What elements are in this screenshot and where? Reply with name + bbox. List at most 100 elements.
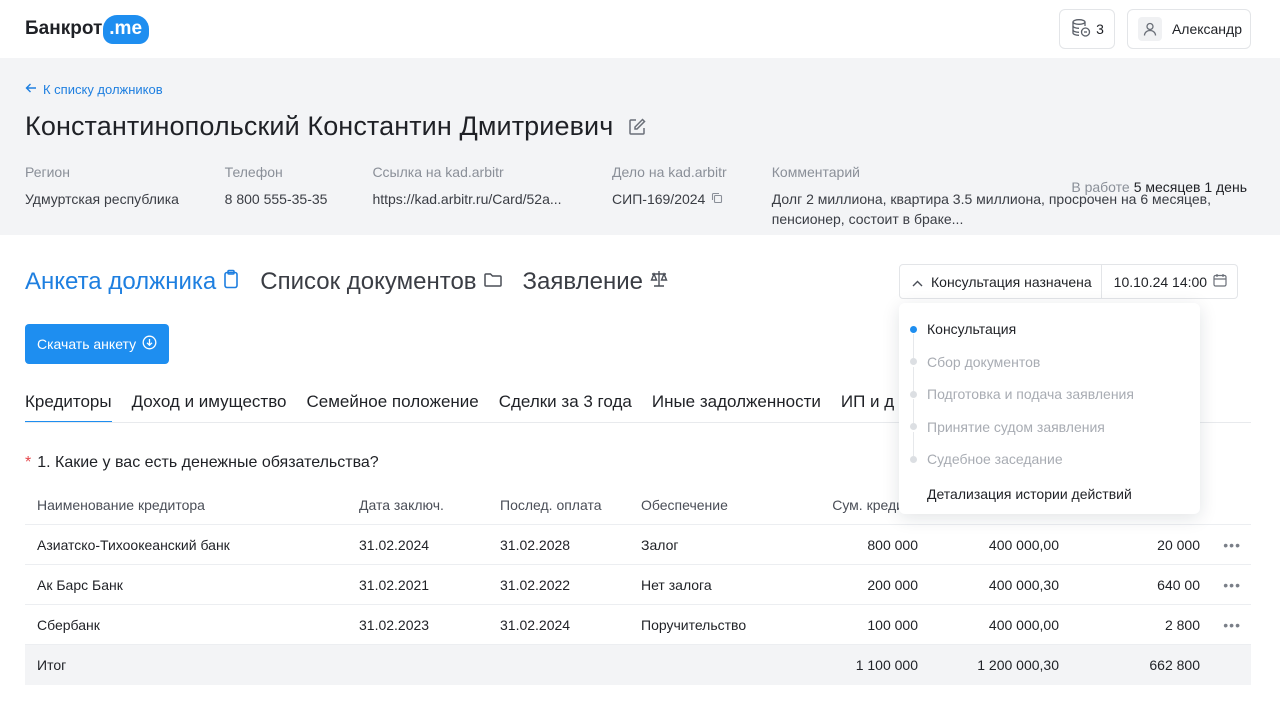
user-menu-button[interactable]: Александр — [1126, 9, 1251, 49]
step-dot-icon — [910, 358, 917, 366]
work-duration-value: 5 месяцев 1 день — [1133, 179, 1247, 195]
cell-creditor: Ак Барс Банк — [37, 576, 123, 593]
status-step-documents[interactable]: Сбор документов — [899, 346, 1200, 391]
cell-sum: 200 000 — [867, 576, 918, 593]
debtor-card: К списку должников Константинопольский К… — [0, 58, 1280, 235]
copy-icon[interactable] — [711, 189, 723, 209]
status-dropdown: Консультация Сбор документов Подготовка … — [899, 303, 1200, 514]
work-duration: В работе 5 месяцев 1 день — [1071, 179, 1247, 195]
coins-button[interactable]: 3 — [1059, 9, 1115, 49]
more-icon[interactable]: ••• — [1200, 617, 1251, 633]
chevron-up-icon — [912, 274, 923, 290]
question-title: * 1. Какие у вас есть денежные обязательс… — [25, 454, 379, 472]
status-step-acceptance[interactable]: Принятие судом заявления — [899, 411, 1200, 456]
subtab-income[interactable]: Доход и имущество — [132, 384, 287, 422]
more-icon[interactable]: ••• — [1200, 577, 1251, 593]
history-details-link[interactable]: Детализация истории действий — [899, 486, 1200, 502]
download-form-button[interactable]: Скачать анкету — [25, 324, 170, 364]
subtab-ip[interactable]: ИП и д — [841, 384, 894, 422]
back-to-debtors-link[interactable]: К списку должников — [25, 82, 1251, 97]
total-col7: 662 800 — [1149, 657, 1200, 673]
cell-last-payment: 31.02.2022 — [500, 576, 571, 593]
download-icon — [142, 335, 157, 353]
kad-link-label: Ссылка на kad.arbitr — [372, 164, 504, 180]
cell-security: Нет залога — [641, 576, 712, 593]
comment-value: Долг 2 миллиона, квартира 3.5 миллиона, … — [771, 191, 1211, 227]
status-date: 10.10.24 14:00 — [1113, 273, 1208, 290]
arrow-left-icon — [25, 82, 37, 97]
cell-sum: 100 000 — [867, 616, 918, 633]
user-name: Александр — [1171, 21, 1242, 37]
case-field: Дело на kad.arbitr СИП-169/2024 — [612, 164, 772, 229]
total-col6: 1 200 000,30 — [977, 657, 1059, 673]
step-dot-icon — [910, 423, 917, 431]
status-date-field[interactable]: 10.10.24 14:00 — [1101, 264, 1239, 299]
case-label: Дело на kad.arbitr — [612, 164, 727, 180]
status-select[interactable]: Консультация назначена — [899, 264, 1102, 299]
folder-icon — [483, 268, 503, 296]
step-label: Подготовка и подача заявления — [927, 386, 1134, 403]
status-step-consultation[interactable]: Консультация — [899, 313, 1200, 359]
table-total-row: Итог 1 100 000 1 200 000,30 662 800 — [25, 645, 1251, 685]
col-sum-header: Сум. кредита — [832, 497, 918, 513]
user-icon — [1137, 17, 1162, 41]
step-dot-icon — [910, 455, 917, 463]
cell-col6: 400 000,00 — [988, 616, 1059, 633]
subtab-creditors[interactable]: Кредиторы — [25, 384, 112, 422]
tab-application[interactable]: Заявление — [523, 268, 669, 296]
coins-count: 3 — [1096, 21, 1104, 37]
tab-documents[interactable]: Список документов — [260, 268, 502, 296]
more-icon[interactable]: ••• — [1200, 537, 1251, 553]
cell-creditor: Сбербанк — [37, 616, 100, 633]
tab-documents-label: Список документов — [260, 268, 477, 295]
table-row[interactable]: Сбербанк 31.02.2023 31.02.2024 Поручител… — [25, 605, 1251, 645]
phone-value: 8 800 555-35-35 — [224, 191, 328, 207]
cell-date: 31.02.2024 — [359, 536, 430, 553]
col-creditor-header: Наименование кредитора — [37, 497, 205, 513]
status-step-filing[interactable]: Подготовка и подача заявления — [899, 378, 1200, 424]
subtab-family[interactable]: Семейное положение — [307, 384, 479, 422]
col-security-header: Обеспечение — [641, 497, 728, 513]
cell-col7: 640 00 — [1157, 576, 1200, 593]
subtab-other-debts[interactable]: Иные задолженности — [652, 384, 821, 422]
tab-debtor-form[interactable]: Анкета должника — [25, 268, 240, 296]
logo-text: Банкрот — [25, 18, 103, 39]
cell-date: 31.02.2021 — [359, 576, 430, 593]
cell-col7: 2 800 — [1164, 616, 1200, 633]
logo-badge: .me — [103, 6, 150, 44]
back-link-label: К списку должников — [43, 82, 163, 97]
clipboard-icon — [222, 268, 240, 296]
top-bar: Банкрот .me 3 Александр — [0, 0, 1280, 58]
cell-last-payment: 31.02.2024 — [500, 616, 571, 633]
step-label: Консультация — [927, 321, 1017, 338]
cell-last-payment: 31.02.2028 — [500, 536, 571, 553]
logo[interactable]: Банкрот .me — [25, 6, 150, 44]
coins-icon — [1070, 17, 1092, 42]
table-row[interactable]: Ак Барс Банк 31.02.2021 31.02.2022 Нет з… — [25, 565, 1251, 605]
cell-col6: 400 000,30 — [988, 576, 1059, 593]
region-field: Регион Удмуртская республика — [25, 164, 225, 229]
phone-field: Телефон 8 800 555-35-35 — [225, 164, 373, 229]
status-current: Консультация назначена — [931, 273, 1092, 290]
question-text: 1. Какие у вас есть денежные обязательст… — [37, 454, 379, 471]
comment-field: Комментарий Долг 2 миллиона, квартира 3.… — [772, 164, 1251, 229]
case-value-row: СИП-169/2024 — [612, 189, 772, 209]
section-tabs: Анкета должника Список документов Заявле… — [25, 268, 669, 296]
cell-col7: 20 000 — [1157, 536, 1200, 553]
subtab-deals[interactable]: Сделки за 3 года — [499, 384, 632, 422]
table-row[interactable]: Азиатско-Тихоокеанский банк 31.02.2024 3… — [25, 525, 1251, 565]
phone-label: Телефон — [224, 164, 283, 180]
cell-sum: 800 000 — [867, 536, 918, 553]
cell-col6: 400 000,00 — [988, 536, 1059, 553]
download-button-label: Скачать анкету — [37, 336, 137, 352]
cell-security: Залог — [641, 536, 679, 553]
cell-creditor: Азиатско-Тихоокеанский банк — [37, 536, 230, 553]
cell-security: Поручительство — [641, 616, 747, 633]
status-control: Консультация назначена 10.10.24 14:00 — [899, 264, 1239, 299]
edit-icon[interactable] — [627, 117, 647, 137]
cell-date: 31.02.2023 — [359, 616, 430, 633]
tab-application-label: Заявление — [522, 268, 643, 295]
total-sum: 1 100 000 — [855, 657, 918, 673]
status-step-hearing[interactable]: Судебное заседание — [899, 443, 1200, 476]
kad-link-value[interactable]: https://kad.arbitr.ru/Card/52a... — [372, 189, 612, 209]
